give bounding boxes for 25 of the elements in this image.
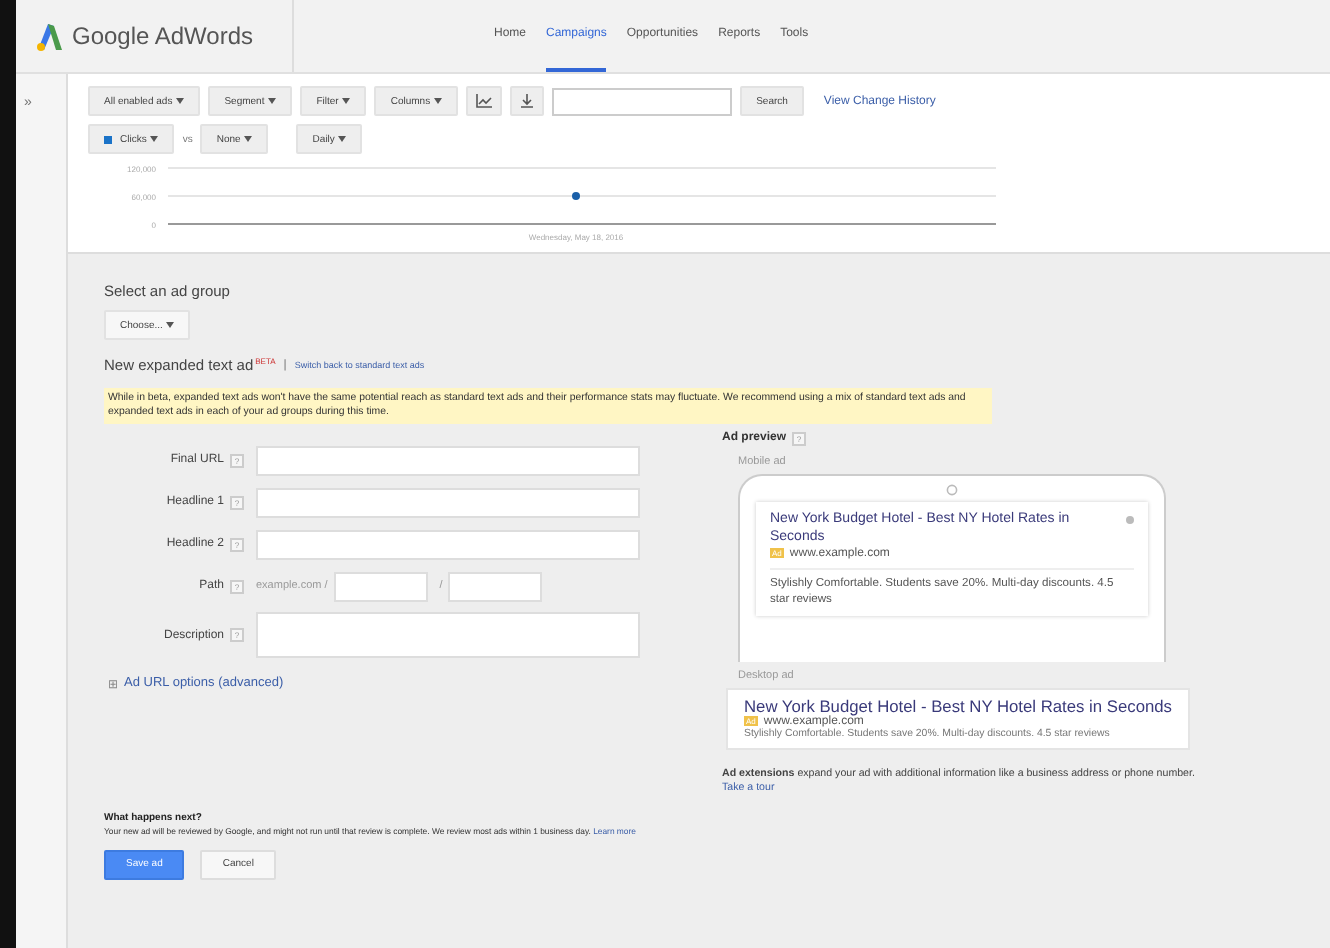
caret-icon <box>338 136 347 142</box>
caret-icon <box>244 136 253 142</box>
caret-icon <box>434 98 443 104</box>
camera-icon <box>946 483 958 495</box>
input-field[interactable] <box>256 529 640 559</box>
caret-icon <box>166 322 175 328</box>
chart-toggle-button[interactable] <box>466 86 503 116</box>
download-button[interactable] <box>510 86 545 116</box>
download-icon <box>520 94 535 108</box>
caret-icon <box>268 98 277 104</box>
logo-icon <box>36 20 64 52</box>
description-field[interactable] <box>256 612 640 658</box>
data-point <box>572 192 580 200</box>
caret-icon <box>342 98 351 104</box>
input-field[interactable] <box>256 487 640 517</box>
path-field[interactable] <box>333 571 428 601</box>
ad-headline: New York Budget Hotel - Best NY Hotel Rates in Seconds <box>744 695 1172 715</box>
logo-text: Google AdWords <box>72 22 253 50</box>
info-dot-icon <box>1126 515 1134 523</box>
path-field[interactable] <box>448 571 543 601</box>
line-chart-icon <box>476 94 493 108</box>
search-field[interactable] <box>552 87 733 115</box>
input-field[interactable] <box>256 445 640 475</box>
caret-icon <box>150 136 159 142</box>
caret-icon <box>176 98 185 104</box>
